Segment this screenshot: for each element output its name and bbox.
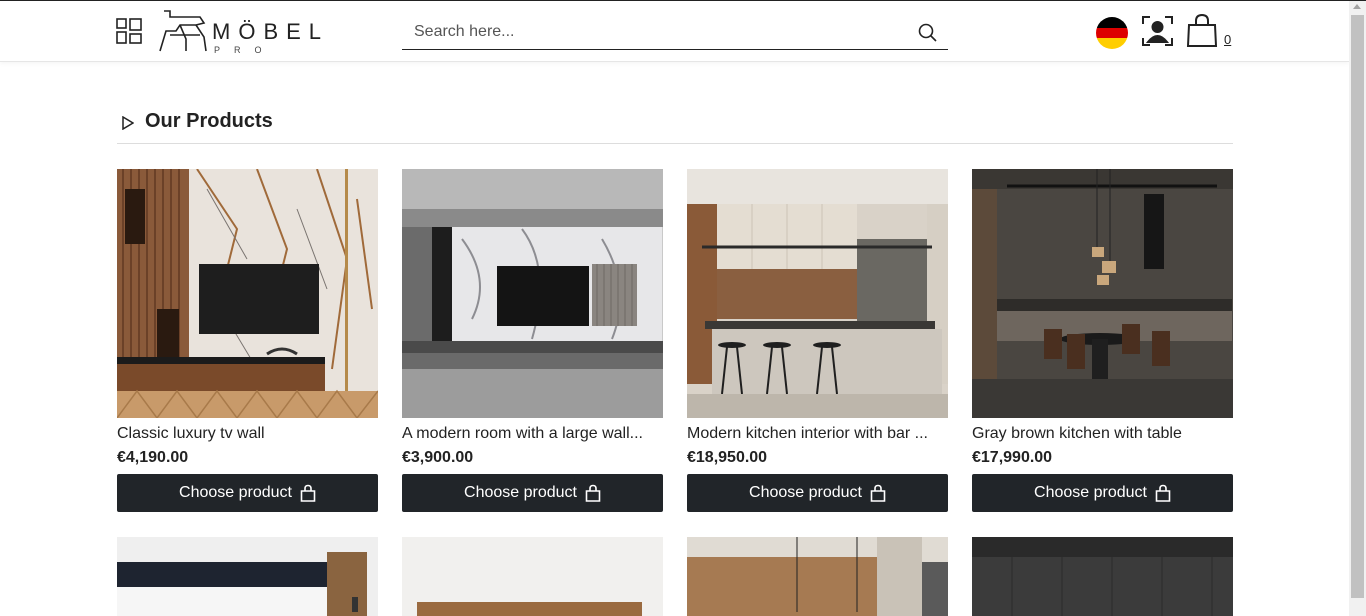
- account-icon[interactable]: [1141, 15, 1174, 47]
- logo-chair-icon: [159, 10, 207, 52]
- search-input[interactable]: [402, 15, 902, 48]
- product-image[interactable]: [687, 169, 948, 418]
- choose-product-button[interactable]: Choose product: [687, 474, 948, 512]
- product-image[interactable]: [117, 169, 378, 418]
- section-title: Our Products: [145, 110, 273, 132]
- button-label: Choose product: [1034, 484, 1147, 501]
- bag-icon: [585, 484, 601, 502]
- search-icon[interactable]: [918, 23, 938, 43]
- section-header: Our Products: [117, 110, 1233, 144]
- logo-text: MÖBEL: [212, 19, 330, 44]
- choose-product-button[interactable]: Choose product: [117, 474, 378, 512]
- logo[interactable]: MÖBEL PRO: [156, 7, 331, 57]
- play-triangle-icon: [122, 116, 134, 130]
- product-price: €4,190.00: [117, 449, 189, 466]
- product-name[interactable]: A modern room with a large wall...: [402, 425, 663, 443]
- page-scrollbar[interactable]: [1349, 1, 1366, 616]
- bag-icon: [300, 484, 316, 502]
- button-label: Choose product: [464, 484, 577, 501]
- menu-grid-icon[interactable]: [116, 18, 142, 44]
- choose-product-button[interactable]: Choose product: [402, 474, 663, 512]
- language-flag-icon[interactable]: [1096, 17, 1128, 49]
- product-image[interactable]: [402, 537, 663, 616]
- product-name[interactable]: Classic luxury tv wall: [117, 425, 378, 443]
- logo-subtext: PRO: [214, 45, 276, 55]
- choose-product-button[interactable]: Choose product: [972, 474, 1233, 512]
- product-name[interactable]: Gray brown kitchen with table: [972, 425, 1233, 443]
- cart-count[interactable]: 0: [1224, 32, 1231, 47]
- product-image[interactable]: [972, 169, 1233, 418]
- site-header: MÖBEL PRO 0: [0, 1, 1349, 62]
- product-price: €17,990.00: [972, 449, 1053, 466]
- button-label: Choose product: [749, 484, 862, 501]
- shopping-bag-icon: [1186, 13, 1218, 47]
- product-image[interactable]: [972, 537, 1233, 616]
- button-label: Choose product: [179, 484, 292, 501]
- product-price: €18,950.00: [687, 449, 768, 466]
- cart-button[interactable]: 0: [1186, 13, 1236, 49]
- product-image[interactable]: [117, 537, 378, 616]
- bag-icon: [870, 484, 886, 502]
- scroll-up-arrow-icon[interactable]: [1353, 4, 1361, 9]
- product-image[interactable]: [402, 169, 663, 418]
- scroll-thumb[interactable]: [1351, 15, 1364, 598]
- bag-icon: [1155, 484, 1171, 502]
- product-image[interactable]: [687, 537, 948, 616]
- product-price: €3,900.00: [402, 449, 474, 466]
- product-name[interactable]: Modern kitchen interior with bar ...: [687, 425, 948, 443]
- search-bar: [402, 15, 948, 50]
